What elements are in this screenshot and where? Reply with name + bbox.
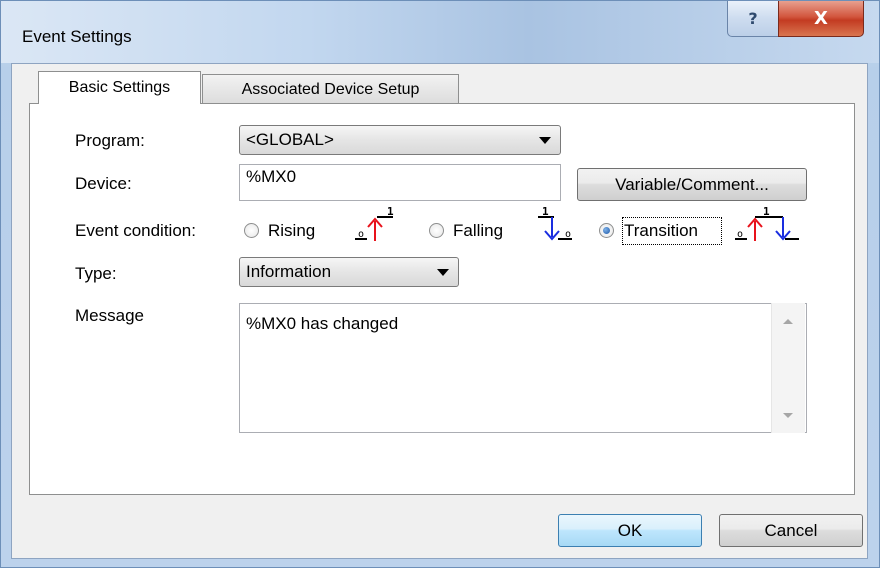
title-bar[interactable]: Event Settings ? X xyxy=(1,1,879,63)
rising-edge-icon: 1 o xyxy=(355,205,394,241)
rising-label[interactable]: Rising xyxy=(268,221,315,241)
message-textarea[interactable]: %MX0 has changed xyxy=(239,303,807,433)
event-condition-label: Event condition: xyxy=(75,221,196,240)
svg-text:o: o xyxy=(737,229,743,240)
tab-associated-device-setup-label: Associated Device Setup xyxy=(241,80,420,98)
chevron-down-icon xyxy=(437,269,449,276)
type-label: Type: xyxy=(75,264,117,283)
program-label: Program: xyxy=(75,131,145,150)
scroll-up-icon[interactable] xyxy=(783,319,793,324)
program-select-value: <GLOBAL> xyxy=(246,130,334,149)
cancel-button-label: Cancel xyxy=(764,520,818,540)
variable-comment-button-label: Variable/Comment... xyxy=(615,174,769,194)
radio-selected-dot xyxy=(603,227,610,234)
svg-text:o: o xyxy=(565,229,571,240)
device-label: Device: xyxy=(75,174,132,193)
device-input-value: %MX0 xyxy=(246,167,297,186)
transition-edge-icon: 1 o xyxy=(735,205,799,241)
tab-basic-settings-label: Basic Settings xyxy=(68,79,171,96)
help-button[interactable]: ? xyxy=(727,1,779,37)
close-icon: X xyxy=(814,8,828,29)
ok-button-label: OK xyxy=(617,520,643,540)
falling-edge-icon: 1 o xyxy=(538,205,572,241)
variable-comment-button[interactable]: Variable/Comment... xyxy=(577,168,807,201)
tab-associated-device-setup[interactable]: Associated Device Setup xyxy=(202,74,459,104)
rising-radio[interactable] xyxy=(244,223,259,238)
close-button[interactable]: X xyxy=(778,1,864,37)
basic-settings-panel xyxy=(29,103,855,495)
scroll-down-icon[interactable] xyxy=(783,413,793,418)
type-select[interactable]: Information xyxy=(239,257,459,287)
svg-text:o: o xyxy=(358,229,364,240)
ok-button[interactable]: OK xyxy=(558,514,702,547)
cancel-button[interactable]: Cancel xyxy=(719,514,863,547)
window-title: Event Settings xyxy=(22,27,132,46)
transition-label[interactable]: Transition xyxy=(624,221,698,241)
program-select[interactable]: <GLOBAL> xyxy=(239,125,561,155)
falling-label[interactable]: Falling xyxy=(453,221,503,241)
transition-radio[interactable] xyxy=(599,223,614,238)
message-textarea-value: %MX0 has changed xyxy=(246,314,399,333)
help-icon: ? xyxy=(748,9,758,28)
type-select-value: Information xyxy=(246,262,332,281)
device-input[interactable]: %MX0 xyxy=(239,164,561,201)
dialog-window: Event Settings ? X Basic Settings Associ… xyxy=(0,0,880,568)
message-label: Message xyxy=(75,306,144,325)
tab-basic-settings[interactable]: Basic Settings xyxy=(38,71,201,104)
chevron-down-icon xyxy=(539,137,551,144)
message-scrollbar[interactable] xyxy=(771,303,805,433)
falling-radio[interactable] xyxy=(429,223,444,238)
